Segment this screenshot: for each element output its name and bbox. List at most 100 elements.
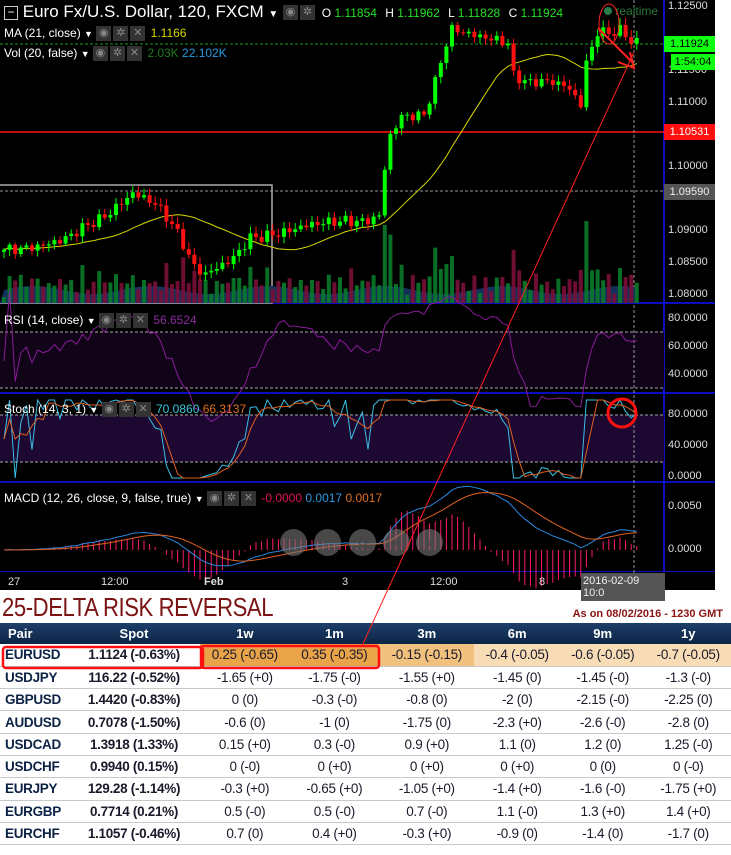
candle bbox=[410, 114, 415, 121]
chevron-down-icon[interactable]: ▼ bbox=[81, 49, 90, 59]
zoom-in-button[interactable]: + bbox=[383, 529, 410, 556]
volume-bar bbox=[332, 282, 337, 303]
volume-bar bbox=[242, 285, 247, 303]
gear-icon[interactable]: ✲ bbox=[113, 26, 129, 42]
volume-bar bbox=[164, 263, 169, 303]
candle bbox=[164, 205, 169, 222]
gear-icon[interactable]: ✲ bbox=[224, 491, 240, 507]
macd-legend: MACD (12, 26, close, 9, false, true) ▼ ◉… bbox=[4, 491, 382, 507]
chevron-down-icon[interactable]: ▼ bbox=[89, 405, 98, 415]
ma-label[interactable]: MA (21, close) bbox=[4, 26, 81, 40]
gear-icon[interactable]: ✲ bbox=[109, 46, 125, 62]
close-icon[interactable]: ✕ bbox=[132, 313, 148, 329]
tenor-cell: 0.4 (+0) bbox=[289, 822, 380, 846]
candle bbox=[24, 245, 29, 248]
volume-bar bbox=[606, 273, 611, 303]
collapse-icon[interactable]: − bbox=[4, 5, 18, 20]
tenor-cell: -1.55 (+0) bbox=[379, 666, 475, 690]
chevron-down-icon[interactable]: ▼ bbox=[87, 316, 96, 326]
eye-icon[interactable]: ◉ bbox=[92, 46, 108, 62]
eye-icon[interactable]: ◉ bbox=[96, 26, 112, 42]
volume-bar bbox=[528, 289, 533, 303]
tenor-cell: -1.05 (+0) bbox=[379, 777, 475, 801]
volume-bar bbox=[214, 280, 219, 303]
symbol-title[interactable]: Euro Fx/U.S. Dollar, 120, FXCM bbox=[23, 2, 264, 21]
volume-bar bbox=[170, 283, 174, 303]
spot-cell: 1.1057 (-0.46%) bbox=[68, 822, 200, 846]
table-row: EURGBP 0.7714 (0.21%) 0.5 (-0) 0.5 (-0) 0.7 … bbox=[0, 800, 731, 823]
scroll-left-button[interactable]: ‹ bbox=[280, 529, 307, 556]
volume-bar bbox=[455, 279, 460, 303]
column-header: Pair bbox=[0, 623, 68, 644]
volume-bar bbox=[438, 268, 443, 303]
trading-chart[interactable]: − Euro Fx/U.S. Dollar, 120, FXCM ▼ ◉ ✲ O … bbox=[0, 0, 715, 601]
pair-cell: EURCHF bbox=[0, 822, 68, 846]
macd-label[interactable]: MACD (12, 26, close, 9, false, true) bbox=[4, 491, 191, 505]
close-icon[interactable]: ✕ bbox=[130, 26, 146, 42]
candle bbox=[282, 228, 286, 237]
candle bbox=[287, 228, 292, 233]
pair-cell: AUDUSD bbox=[0, 710, 68, 734]
candle bbox=[220, 262, 225, 270]
column-header: 9m bbox=[559, 623, 646, 644]
candle bbox=[293, 229, 298, 233]
eye-icon[interactable]: ◉ bbox=[98, 313, 114, 329]
volume-bar bbox=[74, 291, 79, 303]
report-title: 25-DELTA RISK REVERSAL bbox=[2, 592, 274, 622]
volume-bar bbox=[298, 279, 303, 303]
eye-icon[interactable]: ◉ bbox=[207, 491, 223, 507]
candle bbox=[237, 249, 242, 257]
volume-bar bbox=[69, 279, 74, 303]
volume-bar bbox=[450, 256, 454, 303]
volume-bar bbox=[377, 285, 382, 303]
table-row: USDCAD 1.3918 (1.33%) 0.15 (+0) 0.3 (-0) 0.9… bbox=[0, 733, 731, 756]
reset-button[interactable]: ↻ bbox=[349, 529, 376, 556]
volume-bar bbox=[483, 277, 488, 303]
vol-label[interactable]: Vol (20, false) bbox=[4, 46, 77, 60]
rsi-label[interactable]: RSI (14, close) bbox=[4, 313, 83, 327]
rsi-tick: 80.0000 bbox=[668, 312, 708, 324]
gear-icon[interactable]: ✲ bbox=[300, 5, 316, 21]
candle bbox=[46, 244, 51, 246]
volume-bar bbox=[52, 285, 57, 303]
volume-bar bbox=[382, 224, 387, 303]
scroll-right-button[interactable]: › bbox=[416, 529, 443, 556]
tenor-cell: -1 (0) bbox=[289, 710, 380, 734]
volume-bar bbox=[142, 279, 146, 303]
vol-ma-value: 22.102K bbox=[182, 46, 227, 60]
chevron-down-icon[interactable]: ▼ bbox=[84, 29, 93, 39]
candle bbox=[562, 81, 566, 86]
eye-icon[interactable]: ◉ bbox=[283, 5, 299, 21]
macd-tick: 0.0050 bbox=[668, 500, 702, 512]
candle bbox=[618, 25, 622, 36]
chevron-down-icon[interactable]: ▼ bbox=[268, 9, 278, 20]
tenor-cell: -0.8 (0) bbox=[379, 688, 475, 712]
close-icon[interactable]: ✕ bbox=[126, 46, 142, 62]
gear-icon[interactable]: ✲ bbox=[115, 313, 131, 329]
countdown-tag: 1:54:04 bbox=[671, 54, 715, 70]
stoch-label[interactable]: Stoch (14, 3, 1) bbox=[4, 402, 86, 416]
vol-value: 2.03K bbox=[147, 46, 179, 60]
close-icon[interactable]: ✕ bbox=[241, 491, 257, 507]
volume-bar bbox=[366, 281, 370, 303]
candle bbox=[259, 236, 264, 242]
candle bbox=[427, 103, 432, 115]
tenor-cell: 1.2 (0) bbox=[559, 733, 646, 756]
eye-icon[interactable]: ◉ bbox=[101, 402, 117, 418]
zoom-out-button[interactable]: − bbox=[314, 529, 341, 556]
gear-icon[interactable]: ✲ bbox=[118, 402, 134, 418]
stoch-band bbox=[0, 415, 664, 462]
candle bbox=[349, 215, 354, 227]
chevron-down-icon[interactable]: ▼ bbox=[195, 494, 204, 504]
volume-bar bbox=[220, 283, 225, 303]
candle bbox=[18, 247, 23, 255]
candle bbox=[74, 233, 79, 237]
close-icon[interactable]: ✕ bbox=[135, 402, 151, 418]
volume-bar bbox=[478, 292, 482, 303]
tenor-cell: -1.45 (0) bbox=[474, 666, 560, 690]
candle bbox=[528, 79, 533, 81]
volume-bar bbox=[461, 282, 466, 303]
candle bbox=[366, 218, 370, 225]
volume-bar bbox=[494, 277, 499, 303]
volume-bar bbox=[203, 280, 208, 303]
